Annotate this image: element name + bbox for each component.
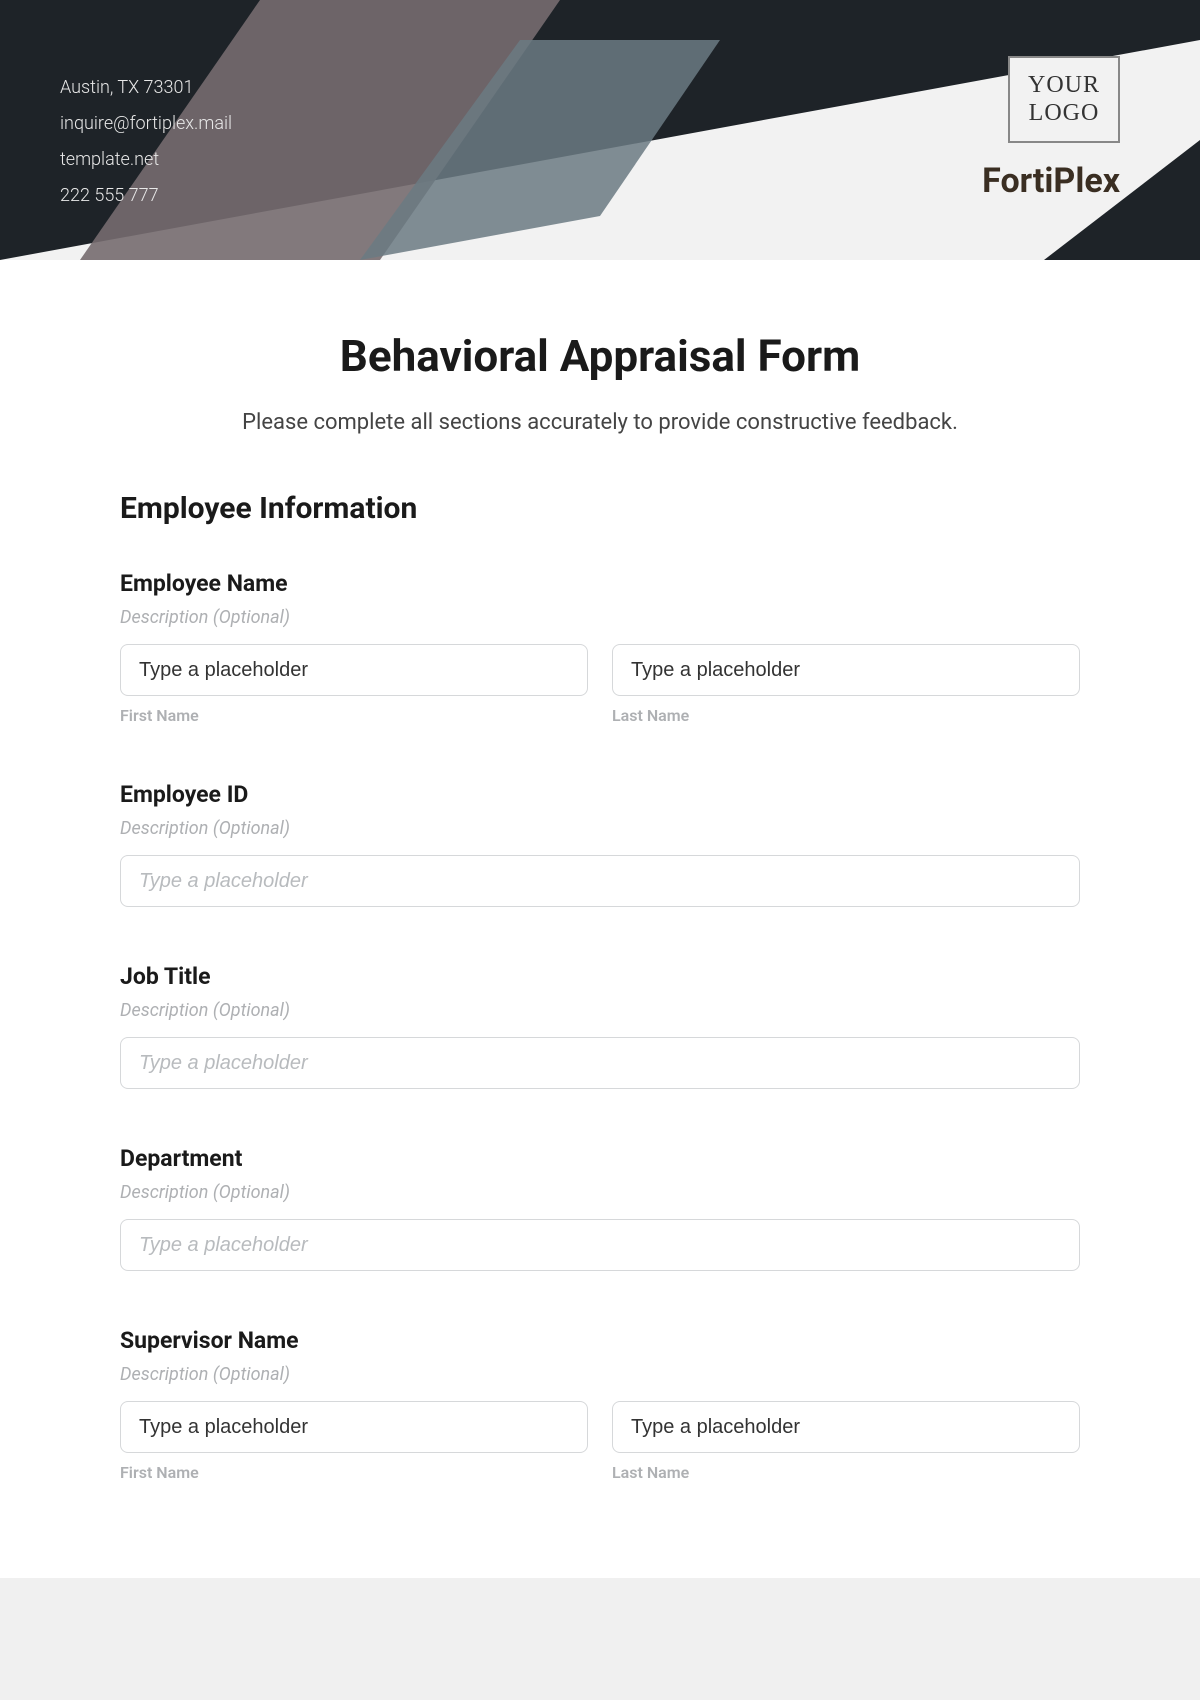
logo-text-line2: LOGO	[1028, 100, 1100, 128]
contact-address: Austin, TX 73301	[60, 70, 232, 106]
field-department: Department Description (Optional)	[120, 1145, 1080, 1271]
supervisor-first-name-input[interactable]	[120, 1401, 588, 1453]
contact-email: inquire@fortiplex.mail	[60, 106, 232, 142]
logo-placeholder: YOUR LOGO	[1008, 56, 1120, 143]
field-job-title: Job Title Description (Optional)	[120, 963, 1080, 1089]
job-title-input[interactable]	[120, 1037, 1080, 1089]
sublabel-last-name: Last Name	[612, 706, 1080, 725]
employee-last-name-input[interactable]	[612, 644, 1080, 696]
form-subtitle: Please complete all sections accurately …	[120, 410, 1080, 435]
sublabel-first-name: First Name	[120, 706, 588, 725]
field-description: Description (Optional)	[120, 1364, 1080, 1385]
field-label: Supervisor Name	[120, 1327, 1080, 1354]
sublabel-first-name: First Name	[120, 1463, 588, 1482]
field-label: Employee ID	[120, 781, 1080, 808]
field-description: Description (Optional)	[120, 607, 1080, 628]
field-description: Description (Optional)	[120, 1000, 1080, 1021]
department-input[interactable]	[120, 1219, 1080, 1271]
field-employee-name: Employee Name Description (Optional) Fir…	[120, 570, 1080, 725]
sublabel-last-name: Last Name	[612, 1463, 1080, 1482]
supervisor-last-name-input[interactable]	[612, 1401, 1080, 1453]
field-label: Department	[120, 1145, 1080, 1172]
page: Austin, TX 73301 inquire@fortiplex.mail …	[0, 0, 1200, 1578]
header-banner: Austin, TX 73301 inquire@fortiplex.mail …	[0, 0, 1200, 260]
field-description: Description (Optional)	[120, 1182, 1080, 1203]
field-label: Employee Name	[120, 570, 1080, 597]
logo-area: YOUR LOGO FortiPlex	[982, 56, 1120, 201]
contact-block: Austin, TX 73301 inquire@fortiplex.mail …	[60, 70, 232, 214]
form-content: Behavioral Appraisal Form Please complet…	[0, 260, 1200, 1578]
logo-text-line1: YOUR	[1028, 72, 1100, 100]
employee-first-name-input[interactable]	[120, 644, 588, 696]
field-employee-id: Employee ID Description (Optional)	[120, 781, 1080, 907]
section-heading-employee-info: Employee Information	[120, 491, 1080, 526]
employee-id-input[interactable]	[120, 855, 1080, 907]
field-supervisor-name: Supervisor Name Description (Optional) F…	[120, 1327, 1080, 1482]
brand-name: FortiPlex	[982, 161, 1120, 201]
field-label: Job Title	[120, 963, 1080, 990]
contact-phone: 222 555 777	[60, 178, 232, 214]
contact-website: template.net	[60, 142, 232, 178]
field-description: Description (Optional)	[120, 818, 1080, 839]
form-title: Behavioral Appraisal Form	[120, 330, 1080, 382]
